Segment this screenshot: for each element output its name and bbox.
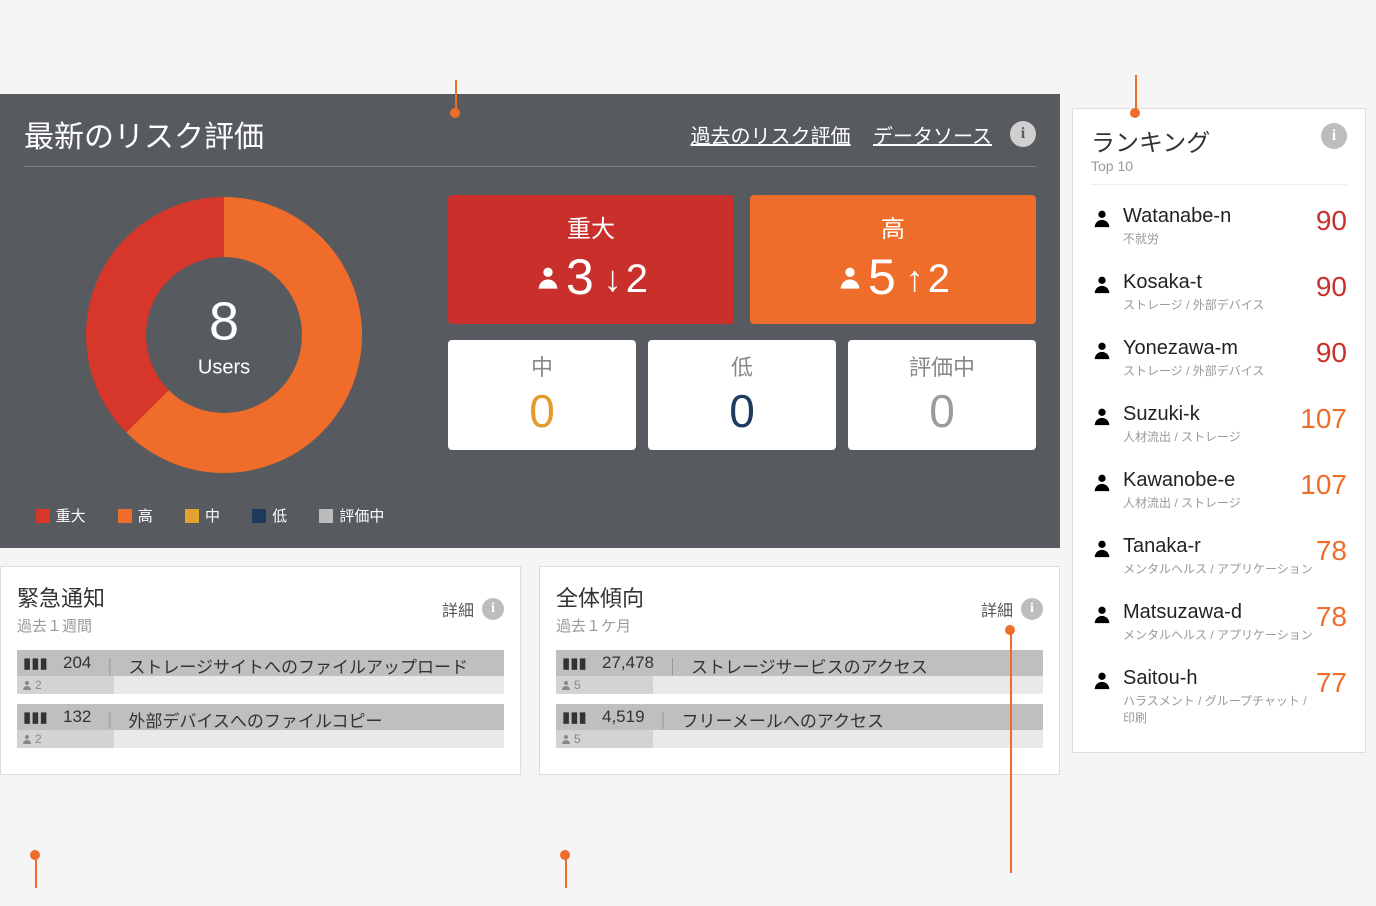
person-icon: 2 (21, 678, 42, 692)
rank-item[interactable]: Saitou-h ハラスメント / グループチャット / 印刷 77 (1091, 655, 1347, 738)
trend-panel: 全体傾向 過去１ケ月 詳細 i ▮▮▮ 5 27,478 ｜ ストレージサービス… (539, 566, 1060, 775)
person-icon (1091, 207, 1113, 229)
person-icon (1091, 603, 1113, 625)
rank-name: Kosaka-t (1123, 271, 1316, 294)
trend-detail-link[interactable]: 詳細 (981, 597, 1013, 621)
rank-score: 90 (1316, 205, 1347, 237)
bar-label: ストレージサイトへのファイルアップロード (128, 653, 468, 678)
rank-name: Watanabe-n (1123, 205, 1316, 228)
rank-category: ストレージ / 外部デバイス (1123, 362, 1316, 379)
person-icon: 5 (560, 732, 581, 746)
rank-item[interactable]: Yonezawa-m ストレージ / 外部デバイス 90 (1091, 325, 1347, 391)
urgent-subtitle: 過去１週間 (17, 615, 442, 636)
person-icon (1091, 669, 1113, 691)
rank-item[interactable]: Matsuzawa-d メンタルヘルス / アプリケーション 78 (1091, 589, 1347, 655)
rank-name: Matsuzawa-d (1123, 601, 1316, 624)
person-icon (534, 263, 562, 291)
rank-item[interactable]: Kosaka-t ストレージ / 外部デバイス 90 (1091, 259, 1347, 325)
rank-score: 78 (1316, 535, 1347, 567)
rank-score: 107 (1300, 469, 1347, 501)
person-icon (836, 263, 864, 291)
person-icon (1091, 273, 1113, 295)
info-icon[interactable]: i (1021, 598, 1043, 620)
rank-category: 不就労 (1123, 230, 1316, 247)
rank-name: Yonezawa-m (1123, 337, 1316, 360)
ranking-subtitle: Top 10 (1091, 158, 1321, 174)
ranking-title: ランキング (1091, 123, 1321, 158)
person-icon: 2 (21, 732, 42, 746)
bar-count: 132 (63, 707, 91, 732)
arrow-down-icon: ↓ (604, 258, 622, 300)
bar-row[interactable]: ▮▮▮ 2 132 ｜ 外部デバイスへのファイルコピー (17, 704, 504, 748)
person-icon (1091, 471, 1113, 493)
rank-score: 90 (1316, 271, 1347, 303)
rank-category: メンタルヘルス / アプリケーション (1123, 560, 1316, 577)
urgent-notice-panel: 緊急通知 過去１週間 詳細 i ▮▮▮ 2 204 ｜ ストレージサイトへのファ… (0, 566, 521, 775)
rank-score: 77 (1316, 667, 1347, 699)
donut-total: 8 (198, 291, 250, 353)
donut-legend: 重大 高 中 低 評価中 (36, 505, 413, 526)
rank-category: 人材流出 / ストレージ (1123, 428, 1300, 445)
bar-row[interactable]: ▮▮▮ 2 204 ｜ ストレージサイトへのファイルアップロード (17, 650, 504, 694)
info-icon[interactable]: i (1321, 123, 1347, 149)
trend-title: 全体傾向 (556, 581, 981, 613)
bar-chart-icon: ▮▮▮ (23, 708, 48, 726)
rank-item[interactable]: Suzuki-k 人材流出 / ストレージ 107 (1091, 391, 1347, 457)
bar-row[interactable]: ▮▮▮ 5 27,478 ｜ ストレージサービスのアクセス (556, 650, 1043, 694)
info-icon[interactable]: i (1010, 121, 1036, 147)
trend-subtitle: 過去１ケ月 (556, 615, 981, 636)
risk-donut-chart: 8 Users (74, 185, 374, 485)
bar-chart-icon: ▮▮▮ (562, 654, 587, 672)
rank-category: ハラスメント / グループチャット / 印刷 (1123, 692, 1316, 726)
urgent-title: 緊急通知 (17, 581, 442, 613)
risk-assessment-panel: 最新のリスク評価 過去のリスク評価 データソース i (0, 94, 1060, 548)
rank-name: Saitou-h (1123, 667, 1316, 690)
rank-name: Tanaka-r (1123, 535, 1316, 558)
critical-card[interactable]: 重大 3 ↓ 2 (448, 195, 734, 324)
rank-item[interactable]: Tanaka-r メンタルヘルス / アプリケーション 78 (1091, 523, 1347, 589)
rank-category: ストレージ / 外部デバイス (1123, 296, 1316, 313)
arrow-up-icon: ↑ (906, 258, 924, 300)
rank-name: Suzuki-k (1123, 403, 1300, 426)
medium-card[interactable]: 中 0 (448, 340, 636, 450)
bar-chart-icon: ▮▮▮ (23, 654, 48, 672)
donut-label: Users (198, 357, 250, 380)
person-icon: 5 (560, 678, 581, 692)
person-icon (1091, 339, 1113, 361)
info-icon[interactable]: i (482, 598, 504, 620)
rank-item[interactable]: Kawanobe-e 人材流出 / ストレージ 107 (1091, 457, 1347, 523)
bar-row[interactable]: ▮▮▮ 5 4,519 ｜ フリーメールへのアクセス (556, 704, 1043, 748)
bar-count: 204 (63, 653, 91, 678)
bar-chart-icon: ▮▮▮ (562, 708, 587, 726)
person-icon (1091, 405, 1113, 427)
past-risk-link[interactable]: 過去のリスク評価 (691, 126, 851, 148)
rank-score: 78 (1316, 601, 1347, 633)
rank-category: 人材流出 / ストレージ (1123, 494, 1300, 511)
rank-name: Kawanobe-e (1123, 469, 1300, 492)
bar-count: 4,519 (602, 707, 645, 732)
bar-label: 外部デバイスへのファイルコピー (128, 707, 382, 732)
rank-item[interactable]: Watanabe-n 不就労 90 (1091, 193, 1347, 259)
person-icon (1091, 537, 1113, 559)
ranking-panel: ランキング Top 10 i Watanabe-n 不就労 90 Kosaka-… (1072, 108, 1366, 753)
bar-label: ストレージサービスのアクセス (691, 653, 928, 678)
data-source-link[interactable]: データソース (873, 126, 992, 148)
rank-category: メンタルヘルス / アプリケーション (1123, 626, 1316, 643)
low-card[interactable]: 低 0 (648, 340, 836, 450)
evaluating-card[interactable]: 評価中 0 (848, 340, 1036, 450)
bar-count: 27,478 (602, 653, 654, 678)
bar-label: フリーメールへのアクセス (682, 707, 884, 732)
rank-score: 90 (1316, 337, 1347, 369)
urgent-detail-link[interactable]: 詳細 (442, 597, 474, 621)
rank-score: 107 (1300, 403, 1347, 435)
risk-panel-title: 最新のリスク評価 (24, 112, 691, 156)
high-card[interactable]: 高 5 ↑ 2 (750, 195, 1036, 324)
